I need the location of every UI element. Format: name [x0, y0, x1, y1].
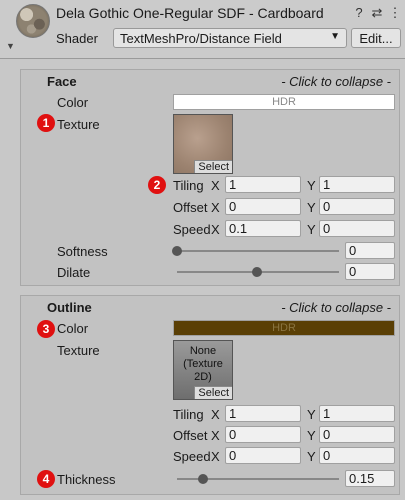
outline-title: Outline [47, 300, 92, 315]
outline-offset-y-input[interactable]: 0 [319, 426, 395, 443]
shader-dropdown[interactable]: TextMeshPro/Distance Field ▼ [113, 28, 347, 48]
face-offset-x-label: X [211, 200, 220, 215]
outline-offset-x-input[interactable]: 0 [225, 426, 301, 443]
outline-color-swatch[interactable]: HDR [173, 320, 395, 336]
outline-offset-y-label: Y [307, 428, 316, 443]
face-speed-y-label: Y [307, 222, 316, 237]
shader-label: Shader [56, 31, 98, 46]
face-offset-y-input[interactable]: 0 [319, 198, 395, 215]
face-speed-x-label: X [211, 222, 220, 237]
face-dilate-slider-handle[interactable] [252, 267, 262, 277]
outline-texture-none-text: None (Texture 2D) [183, 345, 223, 383]
outline-offset-x-label: X [211, 428, 220, 443]
outline-speed-y-label: Y [307, 449, 316, 464]
face-tiling-label: Tiling [173, 178, 204, 193]
outline-tiling-y-input[interactable]: 1 [319, 405, 395, 422]
face-offset-label: Offset [173, 200, 208, 215]
annotation-badge-2: 2 [148, 176, 166, 194]
inspector-header: ▼ Dela Gothic One-Regular SDF - Cardboar… [0, 0, 405, 59]
face-offset-x-input[interactable]: 0 [225, 198, 301, 215]
face-texture-label: Texture [57, 117, 100, 132]
outline-speed-y-input[interactable]: 0 [319, 447, 395, 464]
face-softness-label: Softness [57, 244, 108, 259]
face-offset-y-label: Y [307, 200, 316, 215]
material-title: Dela Gothic One-Regular SDF - Cardboard [56, 5, 324, 21]
chevron-down-icon: ▼ [330, 31, 340, 42]
material-preview-thumbnail [16, 4, 50, 38]
face-softness-slider[interactable] [177, 250, 339, 252]
face-color-label: Color [57, 95, 89, 110]
outline-collapse-toggle[interactable]: - Click to collapse - [281, 300, 391, 315]
face-speed-y-input[interactable]: 0 [319, 220, 395, 237]
face-tiling-y-label: Y [307, 178, 316, 193]
menu-dots-icon[interactable]: ⋮ [388, 6, 402, 20]
outline-speed-label: Speed [173, 449, 211, 464]
outline-texture-select-button[interactable]: Select [194, 386, 232, 399]
annotation-badge-1: 1 [37, 114, 55, 132]
outline-speed-x-label: X [211, 449, 220, 464]
outline-thickness-slider-handle[interactable] [198, 474, 208, 484]
foldout-arrow-icon[interactable]: ▼ [6, 41, 15, 51]
outline-thickness-label: Thickness [57, 472, 116, 487]
face-softness-input[interactable]: 0 [345, 242, 395, 259]
annotation-badge-4: 4 [37, 470, 55, 488]
outline-tiling-x-label: X [211, 407, 220, 422]
face-color-swatch[interactable]: HDR [173, 94, 395, 110]
face-texture-slot[interactable]: Select [173, 114, 233, 174]
outline-section: Outline - Click to collapse - Color HDR … [20, 295, 400, 495]
face-tiling-x-label: X [211, 178, 220, 193]
outline-offset-label: Offset [173, 428, 208, 443]
face-collapse-toggle[interactable]: - Click to collapse - [281, 74, 391, 89]
face-dilate-input[interactable]: 0 [345, 263, 395, 280]
outline-color-label: Color [57, 321, 89, 336]
shader-dropdown-value: TextMeshPro/Distance Field [120, 31, 282, 46]
annotation-badge-3: 3 [37, 320, 55, 338]
face-tiling-x-input[interactable]: 1 [225, 176, 301, 193]
outline-speed-x-input[interactable]: 0 [225, 447, 301, 464]
face-softness-slider-handle[interactable] [172, 246, 182, 256]
outline-thickness-input[interactable]: 0.15 [345, 470, 395, 487]
outline-tiling-label: Tiling [173, 407, 204, 422]
outline-texture-slot[interactable]: None (Texture 2D) Select [173, 340, 233, 400]
face-dilate-label: Dilate [57, 265, 91, 280]
face-title: Face [47, 74, 77, 89]
face-section: Face - Click to collapse - Color HDR Tex… [20, 69, 400, 286]
help-icon[interactable]: ? [352, 6, 366, 20]
outline-tiling-x-input[interactable]: 1 [225, 405, 301, 422]
outline-tiling-y-label: Y [307, 407, 316, 422]
face-tiling-y-input[interactable]: 1 [319, 176, 395, 193]
face-texture-select-button[interactable]: Select [194, 160, 232, 173]
edit-shader-button[interactable]: Edit... [351, 28, 401, 48]
preset-icon[interactable]: ⇄ [370, 6, 384, 20]
face-speed-x-input[interactable]: 0.1 [225, 220, 301, 237]
outline-texture-label: Texture [57, 343, 100, 358]
face-speed-label: Speed [173, 222, 211, 237]
